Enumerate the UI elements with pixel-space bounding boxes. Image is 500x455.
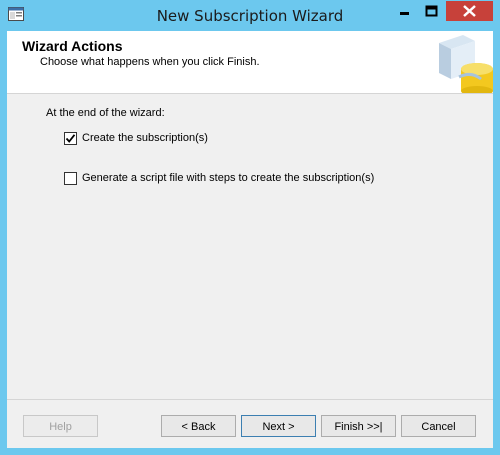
create-subscription-label: Create the subscription(s) <box>82 132 208 144</box>
checkmark-icon <box>65 134 76 143</box>
close-icon <box>463 5 476 17</box>
minimize-icon <box>400 12 409 15</box>
wizard-client-area: Wizard Actions Choose what happens when … <box>7 31 493 448</box>
generate-script-label: Generate a script file with steps to cre… <box>82 172 375 184</box>
next-button[interactable]: Next > <box>241 415 316 437</box>
minimize-button[interactable] <box>391 1 418 21</box>
finish-button[interactable]: Finish >>| <box>321 415 396 437</box>
maximize-icon <box>425 5 438 17</box>
create-subscription-checkbox[interactable] <box>64 132 77 145</box>
cancel-button[interactable]: Cancel <box>401 415 476 437</box>
back-button[interactable]: < Back <box>161 415 236 437</box>
page-subtitle: Choose what happens when you click Finis… <box>40 56 260 68</box>
close-button[interactable] <box>446 1 493 21</box>
footer-divider <box>7 399 493 400</box>
wizard-window: New Subscription Wizard Wizard Actions C… <box>0 0 500 455</box>
section-label: At the end of the wizard: <box>46 107 165 119</box>
help-button[interactable]: Help <box>23 415 98 437</box>
database-subscription-icon <box>429 31 493 96</box>
maximize-button[interactable] <box>418 1 445 21</box>
wizard-header: Wizard Actions Choose what happens when … <box>7 31 493 96</box>
generate-script-checkbox[interactable] <box>64 172 77 185</box>
page-title: Wizard Actions <box>22 38 123 54</box>
title-bar[interactable]: New Subscription Wizard <box>0 0 500 31</box>
